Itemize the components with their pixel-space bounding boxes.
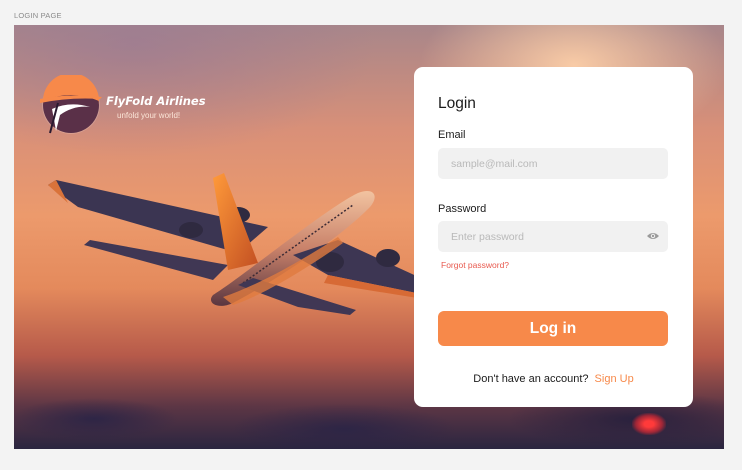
email-field[interactable] — [438, 148, 668, 179]
password-field[interactable] — [438, 221, 668, 252]
email-input[interactable] — [438, 148, 641, 179]
login-title: Login — [438, 95, 476, 112]
password-label: Password — [438, 203, 487, 215]
password-input[interactable] — [438, 221, 641, 252]
forgot-password-link[interactable]: Forgot password? — [441, 260, 509, 270]
airline-logo-icon — [40, 75, 102, 134]
airplane-image — [48, 173, 436, 315]
email-label: Email — [438, 129, 466, 141]
sun-glow — [632, 413, 666, 435]
login-page-frame: FlyFold Airlines unfold your world! Logi… — [14, 25, 724, 449]
brand-tagline: unfold your world! — [117, 111, 181, 120]
eye-icon[interactable] — [646, 230, 660, 242]
login-button[interactable]: Log in — [438, 311, 668, 346]
frame-label: LOGIN PAGE — [14, 11, 62, 20]
signup-link[interactable]: Sign Up — [595, 373, 634, 385]
brand-name: FlyFold Airlines — [106, 94, 206, 108]
login-card: Login Email Password Forgot password? Lo… — [414, 67, 693, 407]
signup-prompt: Don't have an account? — [473, 373, 589, 385]
signup-row: Don't have an account? Sign Up — [414, 373, 693, 385]
